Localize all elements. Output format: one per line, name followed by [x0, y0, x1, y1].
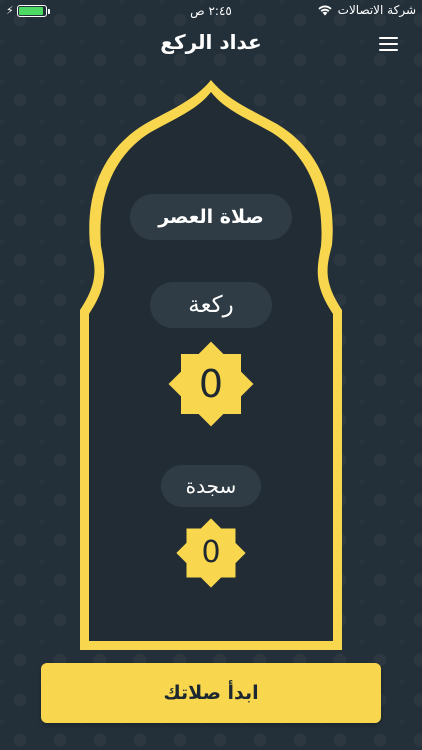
sajda-count-value: 0: [201, 535, 221, 570]
prayer-name-badge: صلاة العصر: [130, 194, 292, 240]
sajda-counter: 0: [170, 512, 252, 594]
start-prayer-button[interactable]: ابدأ صلاتك: [41, 663, 381, 723]
sajda-label: سجدة: [161, 465, 261, 507]
rakah-counter: 0: [161, 334, 261, 434]
rakah-count-value: 0: [198, 362, 224, 406]
rakah-label: ركعة: [150, 282, 272, 328]
